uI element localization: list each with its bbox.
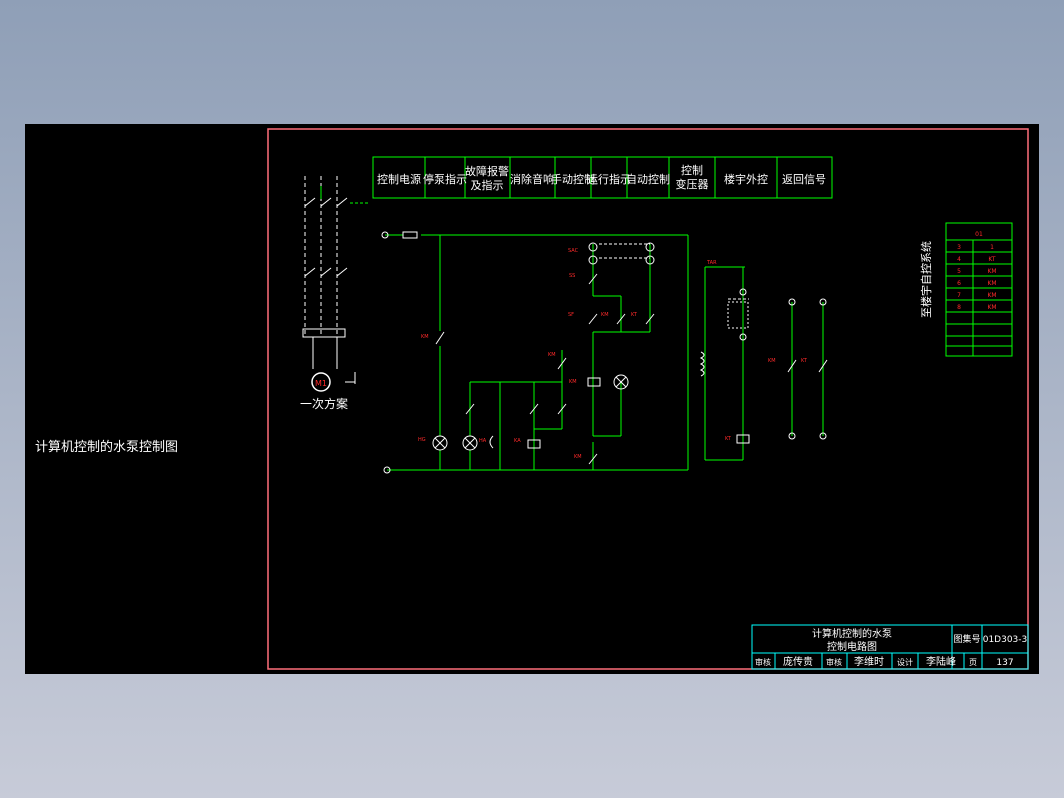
svg-text:KT: KT (631, 312, 638, 318)
header-cell-9: 变压器 (676, 177, 709, 191)
svg-text:HA: HA (479, 438, 487, 444)
reviewer-name: 庞传贵 (783, 655, 813, 668)
header-cell-10: 楼宇外控 (724, 172, 768, 186)
drawing-frame (267, 128, 1029, 670)
right-table-row5-a: 8 (957, 304, 961, 311)
right-table-row2-a: 5 (957, 268, 961, 275)
components (381, 231, 828, 474)
svg-text:KM: KM (574, 454, 582, 460)
svg-text:TAR: TAR (706, 260, 717, 266)
dashed-links (599, 243, 749, 300)
right-table-header: 01 (975, 231, 983, 238)
right-table-row0-a: 3 (957, 244, 961, 251)
right-table-row3-b: KM (987, 280, 996, 287)
title-line-1: 计算机控制的水泵 (812, 627, 892, 640)
right-table-row3-a: 6 (957, 280, 961, 287)
page-number: 137 (996, 658, 1013, 668)
svg-text:KT: KT (801, 358, 808, 364)
primary-circuit (302, 176, 356, 384)
header-cell-4: 消除音响 (510, 172, 554, 186)
svg-text:KA: KA (514, 438, 521, 444)
right-table-row5-b: KM (987, 304, 996, 311)
svg-text:SS: SS (569, 273, 575, 279)
schematic-svg: 控制电源 停泵指示 故障报警 及指示 消除音响 手动控制 运行指示 自动控制 控… (267, 128, 1029, 670)
check-label: 审核 (826, 657, 842, 667)
header-cell-0: 控制电源 (377, 172, 421, 186)
right-table-row4-a: 7 (957, 292, 961, 299)
header-cell-6: 运行指示 (587, 172, 631, 186)
svg-text:SF: SF (568, 312, 574, 318)
svg-text:KM: KM (768, 358, 776, 364)
wire-labels: KM HG HA KA KM KM KM SAC SS SF KM KT TAR… (418, 248, 808, 460)
header-cell-7: 自动控制 (626, 172, 670, 186)
drawing-no-label: 图集号 (953, 633, 980, 645)
designer-name: 李陆峰 (926, 655, 956, 668)
svg-text:KT: KT (725, 436, 732, 442)
header-cell-11: 返回信号 (782, 173, 826, 186)
svg-text:KM: KM (421, 334, 429, 340)
header-cell-1: 停泵指示 (423, 172, 467, 186)
right-table-row1-b: KT (988, 256, 995, 263)
svg-text:KM: KM (601, 312, 609, 318)
right-table (945, 222, 1013, 357)
header-cell-3: 及指示 (471, 178, 504, 192)
drawing-no: 01D303-3 (983, 635, 1028, 645)
drawing-canvas: 计算机控制的水泵控制图 控制电源 停泵指示 故障报警 及指示 消除音响 手动控制… (25, 124, 1039, 674)
svg-text:KM: KM (548, 352, 556, 358)
right-table-row0-b: 1 (990, 244, 994, 251)
right-table-row1-a: 4 (957, 256, 961, 263)
title-line-2: 控制电路图 (827, 640, 877, 653)
right-table-row2-b: KM (987, 268, 996, 275)
control-circuit (385, 234, 824, 471)
header-cell-8: 控制 (681, 163, 703, 177)
right-table-caption: 至楼宇自控系统 (919, 241, 933, 318)
primary-label: 一次方案 (300, 396, 348, 411)
right-table-row4-b: KM (987, 292, 996, 299)
motor-label: M1 (315, 379, 327, 388)
svg-text:KM: KM (569, 379, 577, 385)
page-label: 页 (969, 658, 977, 667)
header-cell-2: 故障报警 (465, 164, 509, 178)
svg-text:HG: HG (418, 437, 426, 443)
review-label: 审核 (755, 657, 771, 667)
design-label: 设计 (897, 657, 913, 667)
checker-name: 李维时 (854, 655, 884, 668)
svg-text:SAC: SAC (568, 248, 579, 254)
